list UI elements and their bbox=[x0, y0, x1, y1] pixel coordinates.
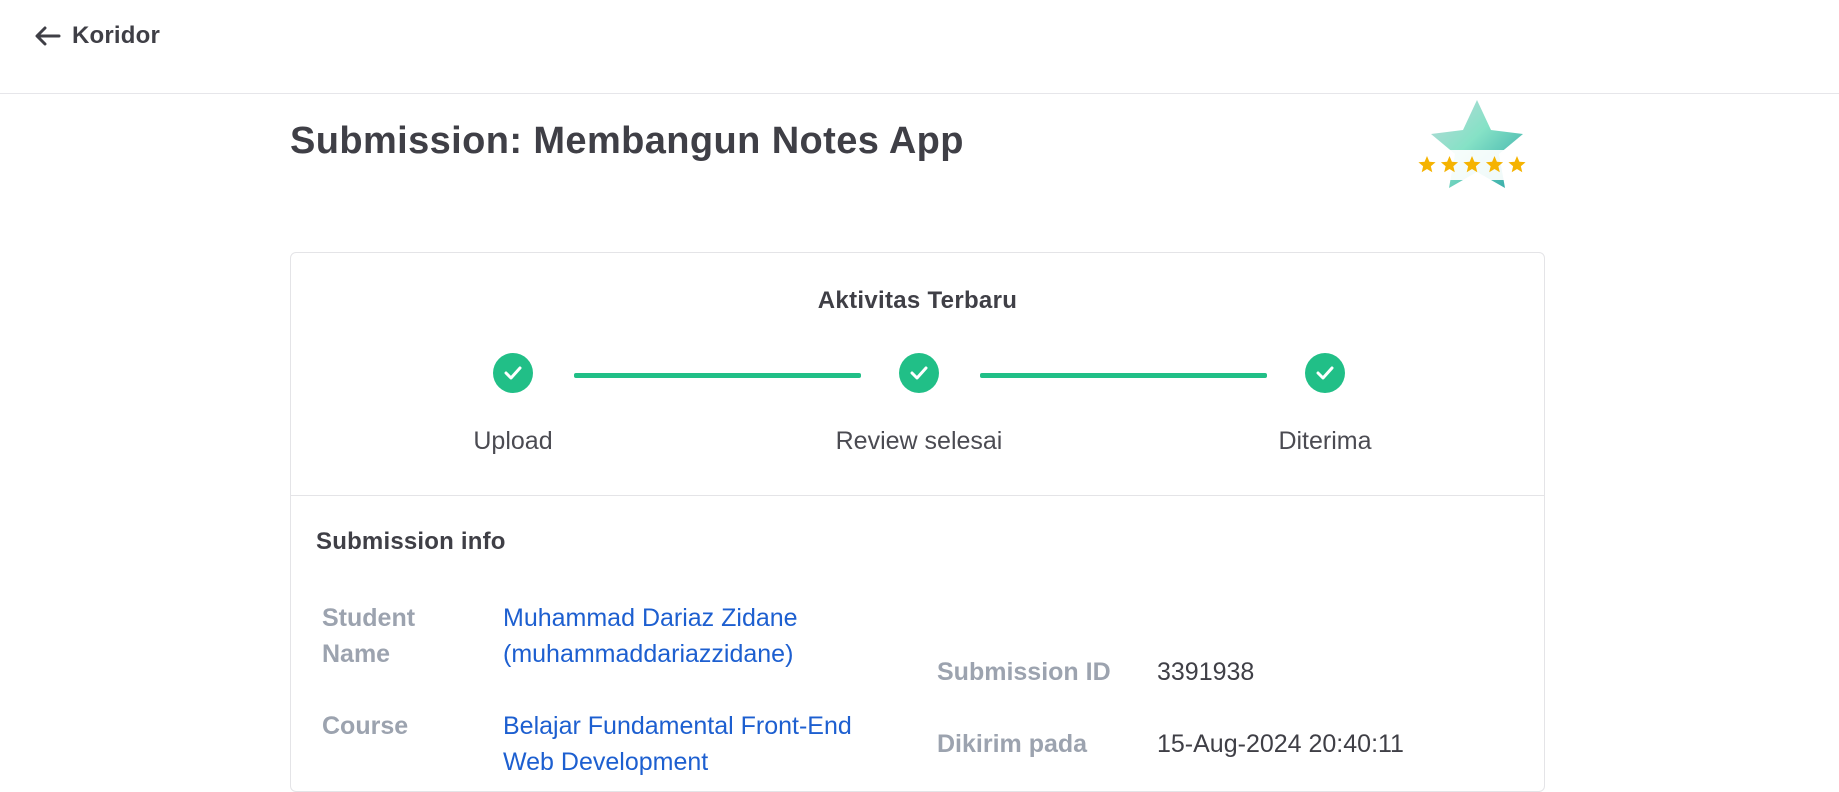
check-icon bbox=[1305, 353, 1345, 393]
step-label: Review selesai bbox=[835, 427, 1003, 455]
sent-at-value: 15-Aug-2024 20:40:11 bbox=[1157, 730, 1404, 758]
submission-id-label: Submission ID bbox=[937, 658, 1111, 686]
activity-title: Aktivitas Terbaru bbox=[817, 287, 1018, 314]
course-link[interactable]: Belajar Fundamental Front-End Web Develo… bbox=[503, 708, 852, 780]
arrow-left-icon bbox=[34, 22, 62, 50]
top-bar: Koridor bbox=[0, 0, 1839, 94]
back-to-koridor-link[interactable]: Koridor bbox=[34, 22, 160, 50]
activity-section: Aktivitas Terbaru Upload Review selesai … bbox=[291, 253, 1544, 496]
submission-id-value: 3391938 bbox=[1157, 658, 1255, 686]
student-name-label: Student Name bbox=[322, 604, 416, 668]
submission-info-title: Submission info bbox=[316, 528, 506, 555]
step-label: Diterima bbox=[1278, 427, 1372, 455]
submission-card: Aktivitas Terbaru Upload Review selesai … bbox=[290, 252, 1545, 792]
rating-badge bbox=[1405, 96, 1550, 196]
page-title: Submission: Membangun Notes App bbox=[290, 120, 964, 162]
check-icon bbox=[899, 353, 939, 393]
sent-at-label: Dikirim pada bbox=[937, 730, 1088, 758]
student-name-link[interactable]: Muhammad Dariaz Zidane (muhammaddariazzi… bbox=[503, 600, 798, 672]
submission-info-section: Submission info Student Name Muhammad Da… bbox=[291, 496, 1544, 776]
back-link-label: Koridor bbox=[72, 22, 161, 49]
step-diterima: Diterima bbox=[1205, 353, 1445, 456]
check-icon bbox=[493, 353, 533, 393]
star-badge-icon bbox=[1415, 100, 1540, 188]
step-review-selesai: Review selesai bbox=[799, 353, 1039, 456]
course-label: Course bbox=[322, 712, 409, 740]
step-upload: Upload bbox=[393, 353, 633, 456]
step-label: Upload bbox=[473, 427, 553, 455]
